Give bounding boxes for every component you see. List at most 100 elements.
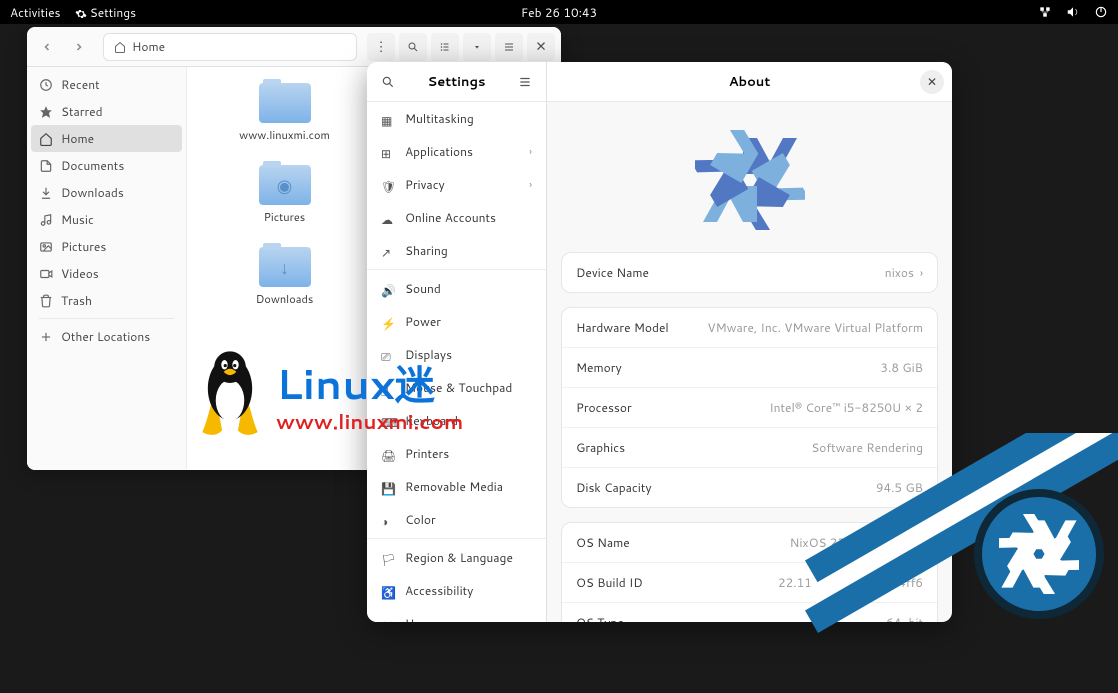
- settings-item-power[interactable]: ⚡Power: [367, 305, 546, 338]
- settings-item-color[interactable]: ◑Color: [367, 503, 546, 536]
- search-icon: [407, 41, 419, 53]
- volume-icon[interactable]: [1066, 5, 1080, 19]
- folder-item[interactable]: ↓Downloads: [256, 247, 314, 327]
- top-bar: Activities Settings Feb 26 10:43: [0, 0, 1118, 24]
- clock-icon: [39, 78, 53, 92]
- path-bar[interactable]: Home: [103, 33, 357, 61]
- device-name-row[interactable]: Device Name nixos›: [562, 253, 937, 292]
- hamburger-button[interactable]: [512, 69, 538, 95]
- settings-item-icon: 👥: [381, 617, 395, 623]
- sidebar-recent[interactable]: Recent: [27, 71, 186, 98]
- settings-item-label: Displays: [405, 346, 452, 363]
- chevron-right-icon: ›: [920, 265, 923, 281]
- settings-item-label: Printers: [405, 445, 449, 462]
- settings-item-label: Power: [405, 313, 441, 330]
- info-label: Graphics: [576, 439, 625, 456]
- folder-item[interactable]: ◉Pictures: [259, 165, 311, 245]
- settings-item-icon: 🖱: [381, 381, 395, 395]
- settings-item-region-language[interactable]: 🏳 Region & Language: [367, 541, 546, 574]
- settings-item-label: Mouse & Touchpad: [405, 379, 512, 396]
- sidebar-home[interactable]: Home: [31, 125, 182, 152]
- settings-item-icon: ◑: [381, 513, 395, 527]
- info-value: NixOS 22.11 (Raccoon): [790, 534, 923, 551]
- settings-item-icon: 🛡: [381, 178, 395, 192]
- settings-item-label: Privacy: [405, 176, 445, 193]
- sidebar-documents[interactable]: Documents: [27, 152, 186, 179]
- settings-item-label: Region & Language: [405, 549, 513, 566]
- nixos-badge: [974, 489, 1104, 619]
- info-value: 3.8 GiB: [880, 359, 923, 376]
- settings-item-icon: ⎚: [381, 348, 395, 362]
- settings-item-icon: ♿: [381, 584, 395, 598]
- search-button[interactable]: [375, 69, 401, 95]
- info-value: Software Rendering: [811, 439, 923, 456]
- folder-item[interactable]: www.linuxmi.com: [239, 83, 330, 163]
- documents-icon: [39, 159, 53, 173]
- search-button[interactable]: [399, 33, 427, 61]
- settings-item-multitasking[interactable]: ▦Multitasking: [367, 102, 546, 135]
- network-icon[interactable]: [1038, 5, 1052, 19]
- settings-item-label: Users: [405, 615, 437, 622]
- close-button[interactable]: ✕: [527, 33, 555, 61]
- sidebar-starred[interactable]: Starred: [27, 98, 186, 125]
- sidebar-downloads[interactable]: Downloads: [27, 179, 186, 206]
- info-value: Intel® Core™ i5-8250U × 2: [769, 399, 923, 416]
- files-sidebar: Recent Starred Home Documents Downloads …: [27, 67, 187, 470]
- info-value: 64-bit: [886, 614, 923, 622]
- path-label: Home: [132, 38, 165, 55]
- settings-item-icon: 🏳: [381, 551, 395, 565]
- back-button[interactable]: [33, 33, 61, 61]
- settings-item-accessibility[interactable]: ♿Accessibility: [367, 574, 546, 607]
- settings-item-displays[interactable]: ⎚ Displays: [367, 338, 546, 371]
- downloads-icon: [39, 186, 53, 200]
- info-label: OS Build ID: [576, 574, 643, 591]
- home-icon: [39, 132, 53, 146]
- settings-item-printers[interactable]: 🖨Printers: [367, 437, 546, 470]
- sidebar-title: Settings: [428, 73, 486, 91]
- info-row: Processor Intel® Core™ i5-8250U × 2: [562, 388, 937, 428]
- settings-sidebar: Settings ▦Multitasking⊞Applications› 🛡 Pri…: [367, 62, 547, 622]
- settings-item-users[interactable]: 👥 Users: [367, 607, 546, 622]
- forward-button[interactable]: [65, 33, 93, 61]
- info-value: VMware, Inc. VMware Virtual Platform: [707, 319, 923, 336]
- settings-item-icon: ▦: [381, 112, 395, 126]
- sidebar-other-locations[interactable]: Other Locations: [27, 323, 186, 350]
- settings-item-removable-media[interactable]: 💾 Removable Media: [367, 470, 546, 503]
- settings-item-applications[interactable]: ⊞Applications›: [367, 135, 546, 168]
- info-label: Processor: [576, 399, 632, 416]
- sidebar-trash[interactable]: Trash: [27, 287, 186, 314]
- hamburger-button[interactable]: [495, 33, 523, 61]
- view-list-button[interactable]: [431, 33, 459, 61]
- sidebar-videos[interactable]: Videos: [27, 260, 186, 287]
- settings-item-label: Removable Media: [405, 478, 503, 495]
- videos-icon: [39, 267, 53, 281]
- settings-item-online-accounts[interactable]: ☁Online Accounts: [367, 201, 546, 234]
- settings-item-icon: ☁: [381, 211, 395, 225]
- power-icon[interactable]: [1094, 5, 1108, 19]
- settings-item-sound[interactable]: 🔊Sound: [367, 272, 546, 305]
- view-dropdown-button[interactable]: [463, 33, 491, 61]
- settings-item-privacy[interactable]: 🛡Privacy›: [367, 168, 546, 201]
- close-button[interactable]: ✕: [920, 70, 944, 94]
- trash-icon: [39, 294, 53, 308]
- star-icon: [39, 105, 53, 119]
- activities-button[interactable]: Activities: [10, 4, 61, 21]
- sidebar-music[interactable]: Music: [27, 206, 186, 233]
- settings-content-header: About ✕: [547, 62, 952, 102]
- pictures-icon: [39, 240, 53, 254]
- settings-item-icon: ↗: [381, 244, 395, 258]
- sidebar-pictures[interactable]: Pictures: [27, 233, 186, 260]
- settings-indicator[interactable]: Settings: [75, 4, 137, 21]
- settings-item-icon: 💾: [381, 480, 395, 494]
- settings-item-sharing[interactable]: ↗Sharing: [367, 234, 546, 267]
- home-icon: [114, 41, 126, 53]
- plus-icon: [39, 330, 53, 344]
- clock[interactable]: Feb 26 10:43: [521, 4, 597, 21]
- info-row: OS Type64-bit: [562, 603, 937, 622]
- about-panel: Device Name nixos› Hardware ModelVMware,…: [547, 102, 952, 622]
- info-row: Disk Capacity94.5 GB: [562, 468, 937, 507]
- files-headerbar: Home ⋮ ✕: [27, 27, 561, 67]
- settings-item-mouse-touchpad[interactable]: 🖱 Mouse & Touchpad: [367, 371, 546, 404]
- more-options-button[interactable]: ⋮: [367, 33, 395, 61]
- settings-item-keyboard[interactable]: ⌨Keyboard: [367, 404, 546, 437]
